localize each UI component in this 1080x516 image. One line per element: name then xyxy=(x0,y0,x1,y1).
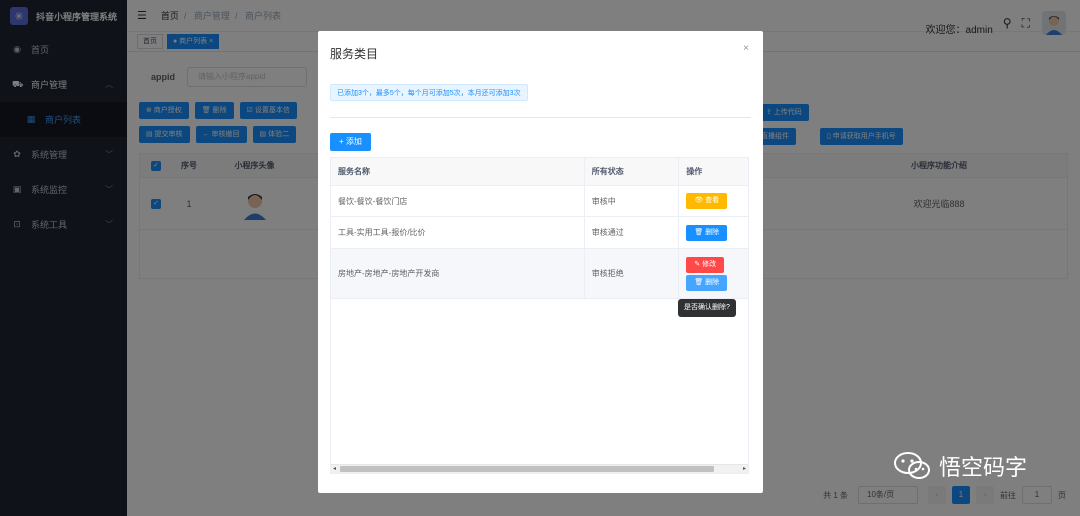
delete-button[interactable]: 🗑 删除 xyxy=(686,224,728,241)
row-status: 审核通过 xyxy=(585,217,680,248)
row-status: 审核拒绝 xyxy=(585,249,680,298)
scroll-left-arrow-icon[interactable]: ◂ xyxy=(333,465,336,472)
col-status: 所有状态 xyxy=(585,158,680,185)
add-button[interactable]: + 添加 xyxy=(330,133,371,151)
scroll-thumb[interactable] xyxy=(340,466,714,472)
row-status: 审核中 xyxy=(585,186,680,216)
wechat-icon xyxy=(893,451,931,481)
row-service-name: 工具-实用工具-报价/比价 xyxy=(331,217,585,248)
service-category-dialog: 服务类目 × 已添加3个，最多5个，每个月可添加5次，本月还可添加3次 + 添加… xyxy=(318,31,763,493)
table-row: 工具-实用工具-报价/比价 审核通过 🗑 删除 xyxy=(331,217,748,249)
row-service-name: 餐饮-餐饮-餐饮门店 xyxy=(331,186,585,216)
horizontal-scrollbar[interactable]: ◂ ▸ xyxy=(331,464,748,473)
col-actions: 操作 xyxy=(686,167,703,176)
quota-notice: 已添加3个，最多5个，每个月可添加5次，本月还可添加3次 xyxy=(330,84,528,101)
watermark: 悟空码字 xyxy=(893,450,1027,482)
dialog-title: 服务类目 xyxy=(330,47,379,61)
table-row: 房地产-房地产-房地产开发商 审核拒绝 ✎ 修改 🗑 删除 xyxy=(331,249,748,299)
row-service-name: 房地产-房地产-房地产开发商 xyxy=(331,249,585,298)
close-icon[interactable]: × xyxy=(743,43,749,54)
table-row: 餐饮-餐饮-餐饮门店 审核中 👁 查看 xyxy=(331,186,748,217)
view-button[interactable]: 👁 查看 xyxy=(686,193,728,209)
delete-confirm-tooltip: 是否确认删除? xyxy=(678,299,736,317)
divider xyxy=(330,117,751,118)
delete-button[interactable]: 🗑 删除 xyxy=(686,274,728,291)
col-service-name: 服务名称 xyxy=(331,158,585,185)
category-table-header: 服务名称 所有状态 操作 xyxy=(331,158,748,186)
scroll-right-arrow-icon[interactable]: ▸ xyxy=(743,465,746,472)
edit-button[interactable]: ✎ 修改 xyxy=(686,256,725,273)
watermark-text: 悟空码字 xyxy=(939,455,1028,480)
